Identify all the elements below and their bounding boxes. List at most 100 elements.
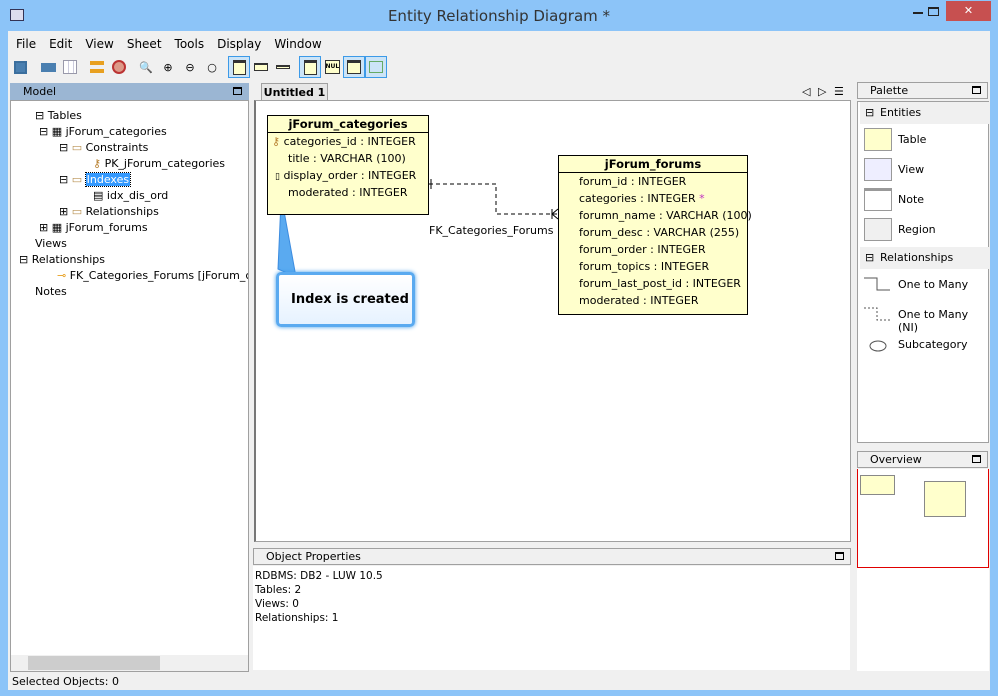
restore-icon[interactable] — [835, 552, 844, 560]
overview-entity — [924, 481, 966, 517]
restore-icon[interactable] — [972, 455, 981, 463]
menu-sheet[interactable]: Sheet — [127, 37, 162, 51]
tree-relationships-folder[interactable]: ⊞ ▭ Relationships — [59, 205, 159, 218]
column: forumn_name : VARCHAR (100) — [579, 209, 752, 222]
palette-header: Palette — [857, 82, 988, 99]
menu-tools[interactable]: Tools — [175, 37, 205, 51]
grid-icon[interactable] — [59, 56, 81, 78]
window-title: Entity Relationship Diagram * — [387, 7, 611, 25]
tree-relationships[interactable]: ⊟ Relationships — [19, 253, 105, 266]
relationship-icons — [864, 277, 890, 352]
overview-title: Overview — [870, 453, 922, 466]
diagram-canvas[interactable]: jForum_categories ⚷ categories_id : INTE… — [254, 100, 851, 542]
show-name-icon[interactable] — [272, 56, 294, 78]
status-bar: Selected Objects: 0 — [12, 675, 119, 688]
show-comments-icon[interactable] — [343, 56, 365, 78]
palette-section-relationships[interactable]: ⊟ Relationships — [860, 247, 989, 269]
layout-icon[interactable] — [86, 56, 108, 78]
column: forum_order : INTEGER — [579, 243, 706, 256]
zoom-icon[interactable]: ○ — [201, 56, 223, 78]
column: forum_last_post_id : INTEGER — [579, 277, 741, 290]
column: forum_id : INTEGER — [579, 175, 687, 188]
restore-icon[interactable] — [233, 87, 242, 95]
disable-icon[interactable] — [108, 56, 130, 78]
overview-header: Overview — [857, 451, 988, 468]
menu-display[interactable]: Display — [217, 37, 261, 51]
index-icon: ▯ — [275, 172, 280, 182]
view-icon — [864, 158, 892, 181]
save-icon[interactable] — [9, 56, 31, 78]
entity-jforum-categories[interactable]: jForum_categories ⚷ categories_id : INTE… — [267, 115, 429, 215]
zoom-fit-icon[interactable]: 🔍 — [135, 56, 157, 78]
tree-jforum-forums[interactable]: ⊞ ▦ jForum_forums — [39, 221, 148, 234]
tree-jforum-categories[interactable]: ⊟ ▦ jForum_categories — [39, 125, 167, 138]
column: moderated : INTEGER — [579, 294, 699, 307]
tab-untitled-1[interactable]: Untitled 1 — [261, 83, 328, 101]
tree-pk[interactable]: ⚷ PK_jForum_categories — [93, 157, 225, 170]
app-icon — [10, 9, 24, 21]
column: title : VARCHAR (100) — [288, 152, 406, 165]
column: forum_desc : VARCHAR (255) — [579, 226, 740, 239]
prop-views: Views: 0 — [255, 598, 299, 610]
show-columns-icon[interactable] — [228, 56, 250, 78]
prop-tables: Tables: 2 — [255, 584, 302, 596]
object-properties-header: Object Properties — [253, 548, 851, 565]
entity-jforum-forums[interactable]: jForum_forums forum_id : INTEGER categor… — [558, 155, 752, 315]
palette-table[interactable]: Table — [898, 133, 926, 146]
column: display_order : INTEGER — [283, 169, 417, 182]
palette-view[interactable]: View — [898, 163, 924, 176]
entity-title: jForum_categories — [268, 116, 428, 133]
tree-idx[interactable]: ▤ idx_dis_ord — [93, 189, 168, 202]
notation-icon[interactable] — [365, 56, 387, 78]
model-panel-title: Model — [23, 85, 57, 98]
table-icon — [864, 128, 892, 151]
menu-file[interactable]: File — [16, 37, 36, 51]
palette-subcategory[interactable]: Subcategory — [898, 338, 968, 351]
fk-marker: * — [699, 192, 705, 205]
show-keys-icon[interactable] — [250, 56, 272, 78]
prop-relationships: Relationships: 1 — [255, 612, 339, 624]
column: categories_id : INTEGER — [283, 135, 416, 148]
close-button[interactable]: ✕ — [946, 1, 991, 21]
menu-bar: File Edit View Sheet Tools Display Window — [16, 37, 335, 51]
show-null-icon[interactable]: NUL — [321, 56, 343, 78]
restore-icon[interactable] — [972, 86, 981, 94]
column: forum_topics : INTEGER — [579, 260, 710, 273]
tab-list-icon[interactable]: ☰ — [834, 85, 844, 98]
palette-title: Palette — [870, 84, 909, 97]
column: categories : INTEGER — [579, 192, 696, 205]
palette-one-to-many-ni[interactable]: One to Many (NI) — [898, 308, 988, 334]
object-properties-content: RDBMS: DB2 - LUW 10.5 Tables: 2 Views: 0… — [253, 566, 850, 670]
callout: Index is created — [276, 272, 415, 327]
tree-indexes[interactable]: ⊟ ▭ Indexes — [59, 172, 132, 187]
horizontal-scrollbar[interactable] — [11, 655, 248, 671]
tab-next-icon[interactable]: ▷ — [818, 85, 826, 98]
palette-content: ⊟ Entities Table View Note Region ⊟ Relati… — [857, 101, 989, 443]
show-types-icon[interactable] — [299, 56, 321, 78]
zoom-out-icon[interactable]: ⊖ — [179, 56, 201, 78]
palette-section-entities[interactable]: ⊟ Entities — [860, 102, 989, 124]
region-icon — [864, 218, 892, 241]
object-properties-title: Object Properties — [266, 550, 361, 563]
entity-title: jForum_forums — [559, 156, 747, 173]
print-icon[interactable] — [37, 56, 59, 78]
palette-region[interactable]: Region — [898, 223, 936, 236]
overview-content[interactable] — [857, 469, 989, 671]
tab-prev-icon[interactable]: ◁ — [802, 85, 810, 98]
column: moderated : INTEGER — [288, 186, 408, 199]
tree-notes[interactable]: Notes — [35, 285, 67, 298]
tree-views[interactable]: Views — [35, 237, 67, 250]
maximize-button[interactable] — [928, 7, 939, 16]
tree-tables[interactable]: ⊟ Tables — [35, 109, 82, 122]
palette-note[interactable]: Note — [898, 193, 924, 206]
tree-constraints[interactable]: ⊟ ▭ Constraints — [59, 141, 148, 154]
palette-one-to-many[interactable]: One to Many — [898, 278, 968, 291]
key-icon: ⚷ — [93, 157, 102, 170]
menu-view[interactable]: View — [85, 37, 113, 51]
zoom-in-icon[interactable]: ⊕ — [157, 56, 179, 78]
tree-fk[interactable]: ⊸ FK_Categories_Forums [jForum_categorie… — [57, 269, 248, 282]
menu-window[interactable]: Window — [274, 37, 321, 51]
model-tree: ⊟ Tables ⊟ ▦ jForum_categories ⊟ ▭ Const… — [10, 100, 249, 672]
menu-edit[interactable]: Edit — [49, 37, 72, 51]
prop-rdbms: RDBMS: DB2 - LUW 10.5 — [255, 570, 383, 582]
